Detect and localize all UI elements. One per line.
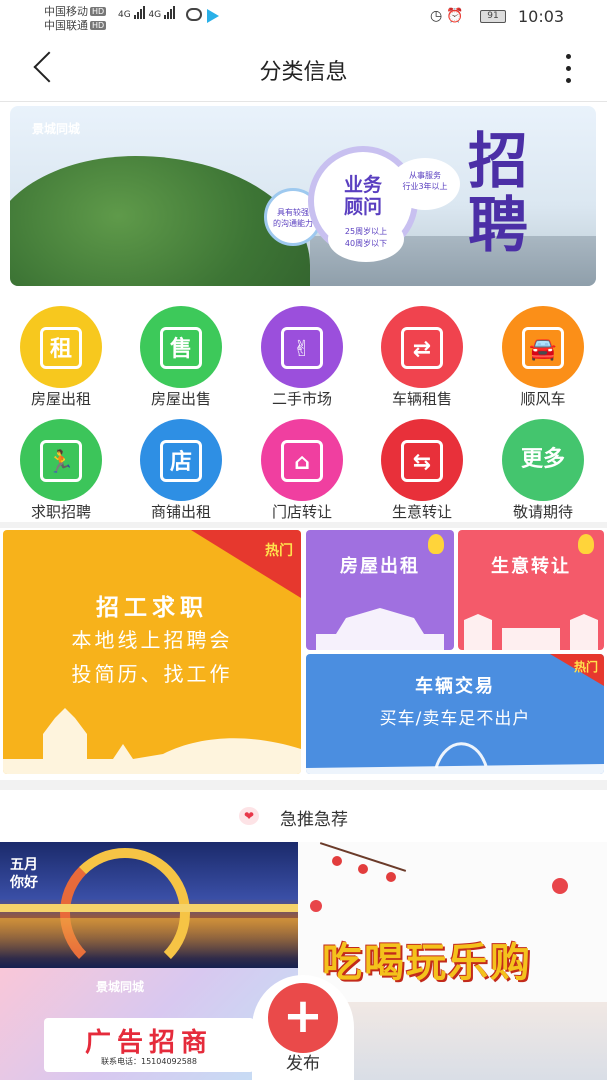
plus-icon[interactable]: +: [268, 983, 338, 1053]
plum-blossom: [332, 856, 342, 866]
more-vertical-icon[interactable]: [556, 52, 580, 86]
banner-headline: 招 聘: [468, 127, 528, 261]
ad-logo: 景城同城: [96, 980, 145, 994]
shop-icon: 店: [140, 419, 222, 501]
gate-silhouette: [316, 608, 444, 650]
recruitment-banner[interactable]: 景城同城 具有较强 的沟通能力 业务 顾问 从事服务 行业3年以上 25周岁以上…: [10, 106, 596, 286]
arch-silhouette: [464, 614, 598, 650]
clock: 10:03: [518, 7, 565, 26]
category-item[interactable]: ⇄ 车辆租售: [374, 306, 470, 414]
promo-jobs[interactable]: 热门 招工求职 本地线上招聘会 投简历、找工作: [3, 530, 301, 774]
bridge-deck: [0, 904, 298, 912]
category-label: 二手市场: [271, 390, 332, 408]
category-label: 敬请期待: [512, 503, 573, 521]
publish-label: 发布: [286, 1054, 320, 1074]
ad-night-bridge[interactable]: 五月 你好: [0, 842, 298, 968]
lantern-icon: [310, 900, 322, 912]
category-item[interactable]: ✌ 二手市场: [254, 306, 350, 414]
promo-business-transfer[interactable]: 生意转让: [458, 530, 604, 650]
category-item[interactable]: 🚘 顺风车: [495, 306, 591, 414]
car-exchange-icon: ⇄: [381, 306, 463, 388]
promo-jobs-line2: 投简历、找工作: [71, 662, 233, 686]
promo-car-trade[interactable]: 热门 车辆交易 买车/卖车足不出户: [306, 654, 604, 774]
carpool-icon: 🚘: [502, 306, 584, 388]
lantern-icon: [552, 878, 568, 894]
ad-board: 广告招商 联系电话：15104092588: [44, 1018, 254, 1072]
job-runner-icon: 🏃: [20, 419, 102, 501]
house-sale-icon: 售: [140, 306, 222, 388]
banner-logo: 景城同城: [32, 122, 81, 136]
category-item[interactable]: 售 房屋出售: [133, 306, 229, 414]
promo-house-title: 房屋出租: [340, 556, 420, 577]
flame-icon: [428, 534, 444, 554]
recommend-title: 急推急荐: [280, 810, 348, 830]
ad-headline: 吃喝玩乐购: [322, 940, 532, 986]
category-item[interactable]: ⇆ 生意转让: [374, 419, 470, 527]
category-label: 求职招聘: [30, 503, 91, 521]
category-label: 车辆租售: [391, 390, 452, 408]
ad-badge: 五月 你好: [10, 857, 38, 891]
plum-blossom: [358, 864, 368, 874]
recommend-header: ❤ 急推急荐: [0, 790, 607, 842]
peace-hand-icon: ✌: [261, 306, 343, 388]
promo-business-title: 生意转让: [491, 556, 571, 577]
flame-icon: [578, 534, 594, 554]
category-label: 房屋出租: [30, 390, 91, 408]
category-label: 生意转让: [391, 503, 452, 521]
alarm-icon: ◷⏰: [430, 8, 468, 24]
promo-house-rent[interactable]: 房屋出租: [306, 530, 454, 650]
category-item[interactable]: ⌂ 门店转让: [254, 419, 350, 527]
title-bar: 分类信息: [0, 34, 607, 102]
transfer-arrows-icon: ⇆: [381, 419, 463, 501]
hot-badge: 热门: [265, 543, 293, 559]
battery-icon: 91: [480, 10, 506, 23]
page-title: 分类信息: [259, 60, 348, 85]
publish-button[interactable]: + 发布: [252, 975, 354, 1080]
video-app-icon: [207, 9, 219, 23]
bridge-silhouette: [306, 742, 604, 774]
banner-bubble-bottom: 25周岁以上 40周岁以下: [328, 216, 404, 262]
category-item[interactable]: 更多 敬请期待: [495, 419, 591, 527]
divider: [0, 780, 607, 790]
promo-jobs-title: 招工求职: [96, 595, 208, 621]
water-reflection: [0, 918, 298, 958]
skyline-silhouette: [3, 708, 301, 774]
heart-icon: ❤: [239, 807, 259, 825]
promo-jobs-line1: 本地线上招聘会: [71, 628, 233, 652]
category-label: 商铺出租: [150, 503, 211, 521]
promo-car-title: 车辆交易: [415, 676, 495, 697]
category-item[interactable]: 店 商铺出租: [133, 419, 229, 527]
promo-car-subtitle: 买车/卖车足不出户: [379, 709, 531, 729]
more-circle-icon: 更多: [502, 419, 584, 501]
banner-bubble-right: 从事服务 行业3年以上: [390, 158, 460, 210]
storefront-icon: ⌂: [261, 419, 343, 501]
category-label: 门店转让: [271, 503, 332, 521]
category-label: 房屋出售: [150, 390, 211, 408]
signal-icon: 4G 4G: [118, 6, 176, 22]
ad-phone: 联系电话：15104092588: [101, 1057, 197, 1066]
category-label: 顺风车: [520, 390, 566, 408]
divider: [0, 522, 607, 528]
category-item[interactable]: 🏃 求职招聘: [13, 419, 109, 527]
carrier-2: 中国联通 HD: [44, 19, 107, 32]
ad-big-text: 广告招商: [84, 1028, 213, 1058]
category-item[interactable]: 租 房屋出租: [13, 306, 109, 414]
status-bar: 中国移动 HD 中国联通 HD 4G 4G ◷⏰ 91 10:03: [0, 0, 607, 34]
wechat-icon: [186, 8, 202, 21]
house-rent-icon: 租: [20, 306, 102, 388]
plum-blossom: [386, 872, 396, 882]
